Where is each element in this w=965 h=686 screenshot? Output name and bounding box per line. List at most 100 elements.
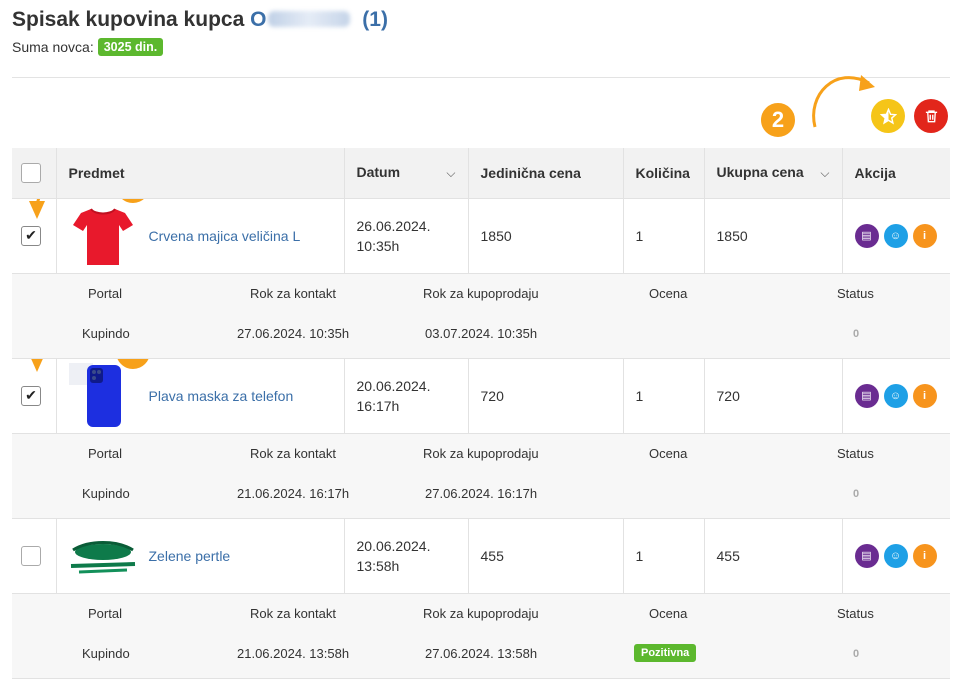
row-checkbox[interactable]: ✔ (21, 385, 41, 406)
status-value: 0 (853, 327, 860, 340)
label-portal: Portal (88, 285, 122, 301)
label-purchase-deadline: Rok za kupoprodaju (423, 605, 539, 621)
rating-badge: Pozitivna (634, 643, 697, 662)
header-unit-price: Jedinična cena (468, 148, 624, 199)
quantity-cell: 1 (623, 358, 705, 434)
info-button[interactable]: i (912, 223, 937, 248)
portal-value: Kupindo (82, 645, 130, 661)
item-cell: Plava maska za telefon (56, 358, 345, 434)
label-purchase-deadline: Rok za kupoprodaju (423, 285, 539, 301)
chevron-down-icon: ⌵ (446, 166, 456, 181)
product-link[interactable]: Zelene pertle (149, 548, 231, 564)
item-cell: Crvena majica veličina L (56, 198, 345, 274)
status-value: 0 (853, 647, 860, 660)
info-icon: i (922, 549, 927, 562)
status-value: 0 (853, 487, 860, 500)
purchases-table: Predmet Datum ⌵ Jedinična cena Količina U… (12, 148, 950, 679)
product-link[interactable]: Plava maska za telefon (149, 388, 294, 404)
annotation-badge-2: 2 (759, 101, 797, 139)
date-cell: 20.06.2024. 16:17h (344, 358, 469, 434)
redacted-name (268, 11, 351, 27)
chevron-down-icon: ⌵ (820, 166, 830, 181)
info-icon: i (922, 389, 927, 402)
trash-icon (925, 110, 937, 123)
unit-price-cell: 720 (468, 358, 624, 434)
message-button[interactable]: ▤ (854, 383, 879, 408)
label-contact-deadline: Rok za kontakt (250, 605, 336, 621)
label-rating: Ocena (649, 445, 688, 461)
unit-price-cell: 1850 (468, 198, 624, 274)
contact-deadline-value: 21.06.2024. 13:58h (237, 645, 350, 661)
portal-value: Kupindo (82, 485, 130, 501)
row-select-cell: ✔ (12, 198, 57, 274)
label-status: Status (837, 285, 874, 301)
label-rating: Ocena (649, 285, 688, 301)
user-icon: ☺ (889, 229, 902, 242)
info-icon: i (922, 229, 927, 242)
row-select-cell: ✔ (12, 358, 57, 434)
header-quantity: Količina (623, 148, 705, 199)
detail-row: Portal Rok za kontakt Rok za kupoprodaju… (12, 593, 950, 679)
money-summary: Suma novca: 3025 din. (12, 38, 164, 56)
product-link[interactable]: Crvena majica veličina L (149, 228, 301, 244)
buyer-purchase-count: (1) (362, 8, 388, 31)
label-contact-deadline: Rok za kontakt (250, 285, 336, 301)
date-cell: 20.06.2024. 13:58h (344, 518, 469, 594)
total-price-cell: 1850 (704, 198, 843, 274)
user-icon: ☺ (889, 389, 902, 402)
user-button[interactable]: ☺ (883, 543, 908, 568)
unit-price-cell: 455 (468, 518, 624, 594)
label-status: Status (837, 445, 874, 461)
row-checkbox[interactable]: ✔ (21, 225, 41, 246)
message-icon: ▤ (861, 230, 872, 242)
money-badge: 3025 din. (97, 38, 164, 56)
buyer-name-link[interactable]: O (250, 8, 351, 31)
table-row: ✔ Crvena majica veličina L 26.06.2024. 10… (12, 198, 950, 274)
product-image-blue-case[interactable] (68, 362, 137, 427)
user-button[interactable]: ☺ (883, 223, 908, 248)
annotation-arrow-2 (812, 75, 875, 128)
page-title: Spisak kupovina kupca O (1) (12, 8, 388, 32)
label-rating: Ocena (649, 605, 688, 621)
table-header-row: Predmet Datum ⌵ Jedinična cena Količina U… (12, 148, 950, 199)
detail-row: Portal Rok za kontakt Rok za kupoprodaju… (12, 273, 950, 359)
label-purchase-deadline: Rok za kupoprodaju (423, 445, 539, 461)
message-button[interactable]: ▤ (854, 543, 879, 568)
date-cell: 26.06.2024. 10:35h (344, 198, 469, 274)
message-icon: ▤ (861, 390, 872, 402)
delete-button[interactable] (914, 99, 948, 133)
header-item: Predmet (56, 148, 345, 199)
table-row: ✔ Plava maska za telefon 20.06.2024. 16:1… (12, 358, 950, 434)
select-all-cell (12, 148, 57, 199)
portal-value: Kupindo (82, 325, 130, 341)
product-image-green-laces[interactable] (69, 525, 137, 587)
total-price-cell: 720 (704, 358, 843, 434)
label-contact-deadline: Rok za kontakt (250, 445, 336, 461)
label-status: Status (837, 605, 874, 621)
label-portal: Portal (88, 445, 122, 461)
header-total-price[interactable]: Ukupna cena ⌵ (704, 148, 843, 199)
purchase-deadline-value: 27.06.2024. 13:58h (425, 645, 538, 661)
user-button[interactable]: ☺ (883, 383, 908, 408)
header-date[interactable]: Datum ⌵ (344, 148, 469, 199)
contact-deadline-value: 21.06.2024. 16:17h (237, 485, 350, 501)
quantity-cell: 1 (623, 518, 705, 594)
purchase-deadline-value: 03.07.2024. 10:35h (425, 325, 538, 341)
row-checkbox[interactable] (21, 545, 41, 566)
action-cell: ▤ ☺ i (842, 198, 950, 274)
message-button[interactable]: ▤ (854, 223, 879, 248)
total-price-cell: 455 (704, 518, 843, 594)
product-image-red-shirt[interactable] (69, 205, 137, 267)
info-button[interactable]: i (912, 383, 937, 408)
select-all-checkbox[interactable] (21, 162, 41, 183)
header-action: Akcija (842, 148, 950, 199)
money-label: Suma novca: (12, 39, 94, 55)
info-button[interactable]: i (912, 543, 937, 568)
action-cell: ▤ ☺ i (842, 358, 950, 434)
detail-row: Portal Rok za kontakt Rok za kupoprodaju… (12, 433, 950, 519)
label-portal: Portal (88, 605, 122, 621)
message-icon: ▤ (861, 550, 872, 562)
table-row: Zelene pertle 20.06.2024. 13:58h 455 1 45… (12, 518, 950, 594)
user-icon: ☺ (889, 549, 902, 562)
purchase-deadline-value: 27.06.2024. 16:17h (425, 485, 538, 501)
